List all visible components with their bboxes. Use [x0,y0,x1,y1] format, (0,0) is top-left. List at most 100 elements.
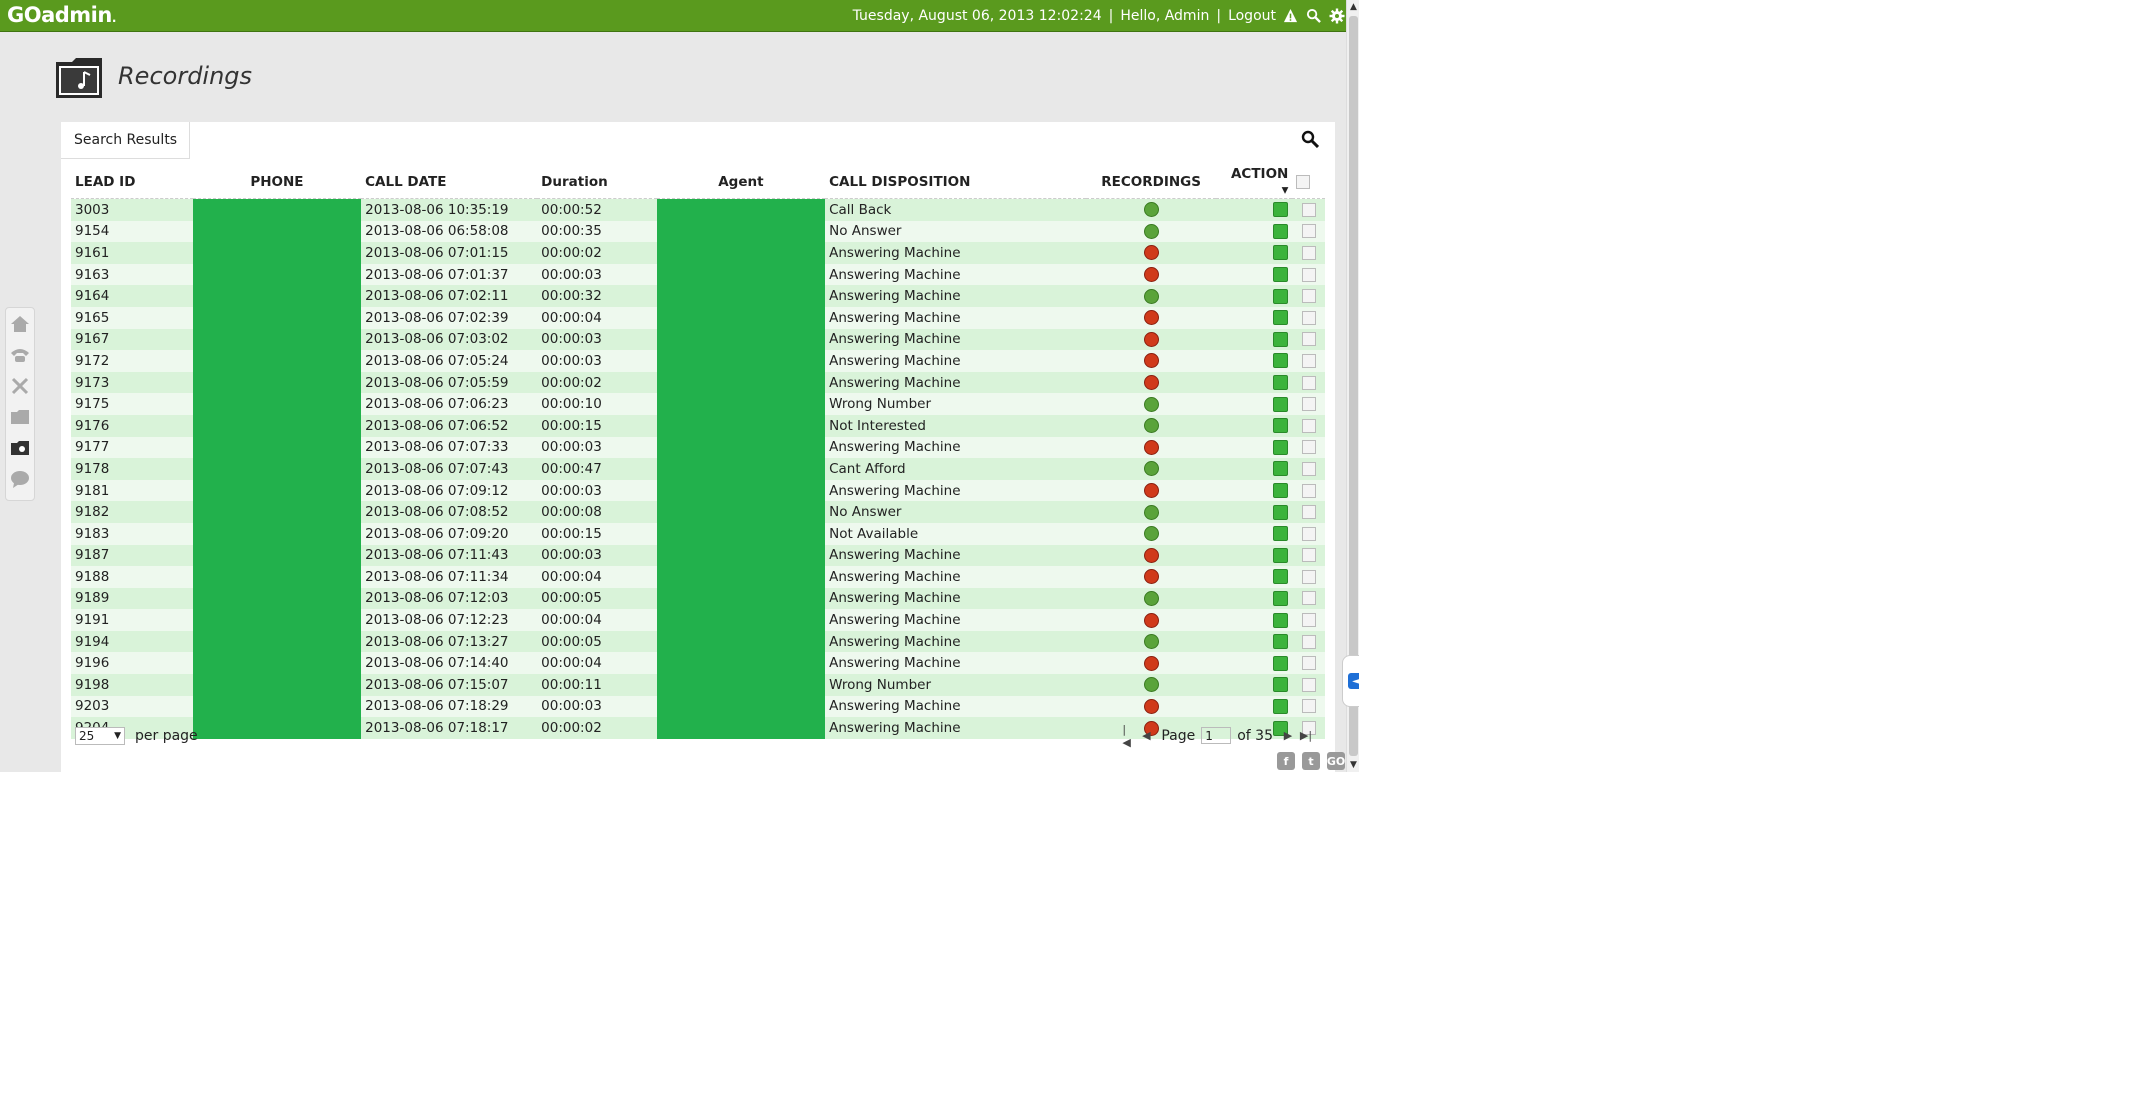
row-checkbox[interactable] [1301,332,1316,347]
scrollbar-thumb[interactable] [1349,16,1358,756]
table-row[interactable]: 9178 2013-08-06 07:07:43 00:00:47 Cant Affo… [71,458,1325,480]
download-icon[interactable] [1273,223,1289,239]
recording-available-icon[interactable] [1143,223,1159,239]
recording-missing-icon[interactable] [1143,353,1159,369]
col-call-date[interactable]: CALL DATE [361,166,538,199]
col-action[interactable]: ACTION ▾ [1216,166,1293,199]
row-checkbox[interactable] [1301,526,1316,541]
download-icon[interactable] [1273,267,1289,283]
col-lead-id[interactable]: LEAD ID [71,166,193,199]
col-duration[interactable]: Duration [537,166,657,199]
download-icon[interactable] [1273,461,1289,477]
download-icon[interactable] [1273,526,1289,542]
row-checkbox[interactable] [1301,289,1316,304]
col-agent[interactable]: Agent [656,166,826,199]
row-checkbox[interactable] [1301,613,1316,628]
table-row[interactable]: 9181 2013-08-06 07:09:12 00:00:03 Answering… [71,479,1325,502]
table-row[interactable]: 9163 2013-08-06 07:01:37 00:00:03 Answering… [71,263,1325,286]
download-icon[interactable] [1273,547,1289,563]
goautodial-icon[interactable]: GO [1327,752,1345,770]
download-icon[interactable] [1273,612,1289,628]
first-page-icon[interactable]: |◀ [1122,723,1134,749]
table-row[interactable]: 9172 2013-08-06 07:05:24 00:00:03 Answering… [71,350,1325,372]
row-checkbox[interactable] [1301,310,1316,325]
gear-icon[interactable] [1328,7,1345,24]
next-page-icon[interactable]: ▶ [1282,729,1294,743]
tools-icon[interactable] [6,370,34,401]
row-checkbox[interactable] [1301,677,1316,692]
recording-missing-icon[interactable] [1143,655,1159,671]
download-icon[interactable] [1273,375,1289,391]
row-checkbox[interactable] [1301,375,1316,390]
download-icon[interactable] [1273,439,1289,455]
logout-link[interactable]: Logout [1228,8,1276,24]
twitter-icon[interactable]: t [1302,752,1320,770]
row-checkbox[interactable] [1301,699,1316,714]
row-checkbox[interactable] [1301,245,1316,260]
download-icon[interactable] [1273,418,1289,434]
recording-available-icon[interactable] [1143,677,1159,693]
recording-missing-icon[interactable] [1143,483,1159,499]
recording-missing-icon[interactable] [1143,267,1159,283]
row-checkbox[interactable] [1301,591,1316,606]
download-icon[interactable] [1273,677,1289,693]
per-page-select[interactable]: 25 ▼ [75,727,125,745]
table-row[interactable]: 9203 2013-08-06 07:18:29 00:00:03 Answering… [71,695,1325,718]
row-checkbox[interactable] [1301,461,1316,476]
recordings-icon[interactable] [6,432,34,463]
scroll-up-icon[interactable]: ▲ [1347,0,1359,14]
download-icon[interactable] [1273,310,1289,326]
tab-search-results[interactable]: Search Results [61,122,191,159]
row-checkbox[interactable] [1301,397,1316,412]
col-call-disposition[interactable]: CALL DISPOSITION [825,166,1086,199]
recording-missing-icon[interactable] [1143,245,1159,261]
recording-available-icon[interactable] [1143,526,1159,542]
recording-available-icon[interactable] [1143,590,1159,606]
download-icon[interactable] [1273,655,1289,671]
row-checkbox[interactable] [1301,418,1316,433]
home-icon[interactable] [6,308,34,339]
download-icon[interactable] [1273,245,1289,261]
page-number-input[interactable]: 1 [1201,727,1232,744]
goadmin-logo[interactable]: GOadmin. [7,3,116,30]
row-checkbox[interactable] [1301,202,1316,217]
table-row[interactable]: 9177 2013-08-06 07:07:33 00:00:03 Answering… [71,436,1325,459]
row-checkbox[interactable] [1301,569,1316,584]
row-checkbox[interactable] [1301,634,1316,649]
table-row[interactable]: 9165 2013-08-06 07:02:39 00:00:04 Answering… [71,306,1325,329]
download-icon[interactable] [1273,288,1289,304]
recording-available-icon[interactable] [1143,288,1159,304]
table-row[interactable]: 9191 2013-08-06 07:12:23 00:00:04 Answering… [71,609,1325,631]
table-row[interactable]: 9176 2013-08-06 07:06:52 00:00:15 Not Inter… [71,414,1325,437]
search-icon[interactable] [1305,7,1322,24]
download-icon[interactable] [1273,698,1289,714]
download-icon[interactable] [1273,634,1289,650]
table-row[interactable]: 9183 2013-08-06 07:09:20 00:00:15 Not Avail… [71,522,1325,545]
row-checkbox[interactable] [1301,483,1316,498]
recording-missing-icon[interactable] [1143,547,1159,563]
select-all-checkbox[interactable] [1292,166,1325,199]
recording-available-icon[interactable] [1143,396,1159,412]
recording-missing-icon[interactable] [1143,612,1159,628]
download-icon[interactable] [1273,590,1289,606]
row-checkbox[interactable] [1301,353,1316,368]
table-row[interactable]: 3003 2013-08-06 10:35:19 00:00:52 Call Back [71,198,1325,221]
phone-icon[interactable] [6,339,34,370]
download-icon[interactable] [1273,331,1289,347]
row-checkbox[interactable] [1301,505,1316,520]
table-row[interactable]: 9164 2013-08-06 07:02:11 00:00:32 Answering… [71,285,1325,307]
table-row[interactable]: 9188 2013-08-06 07:11:34 00:00:04 Answering… [71,566,1325,588]
recording-missing-icon[interactable] [1143,698,1159,714]
last-page-icon[interactable]: ▶| [1300,729,1312,743]
prev-page-icon[interactable]: ◀ [1140,729,1152,743]
download-icon[interactable] [1273,504,1289,520]
table-row[interactable]: 9167 2013-08-06 07:03:02 00:00:03 Answering… [71,328,1325,351]
folder-icon[interactable] [6,401,34,432]
table-row[interactable]: 9187 2013-08-06 07:11:43 00:00:03 Answering… [71,544,1325,567]
row-checkbox[interactable] [1301,656,1316,671]
table-row[interactable]: 9196 2013-08-06 07:14:40 00:00:04 Answering… [71,652,1325,675]
download-icon[interactable] [1273,483,1289,499]
recording-available-icon[interactable] [1143,202,1159,218]
col-phone[interactable]: PHONE [192,166,362,199]
recording-missing-icon[interactable] [1143,331,1159,347]
